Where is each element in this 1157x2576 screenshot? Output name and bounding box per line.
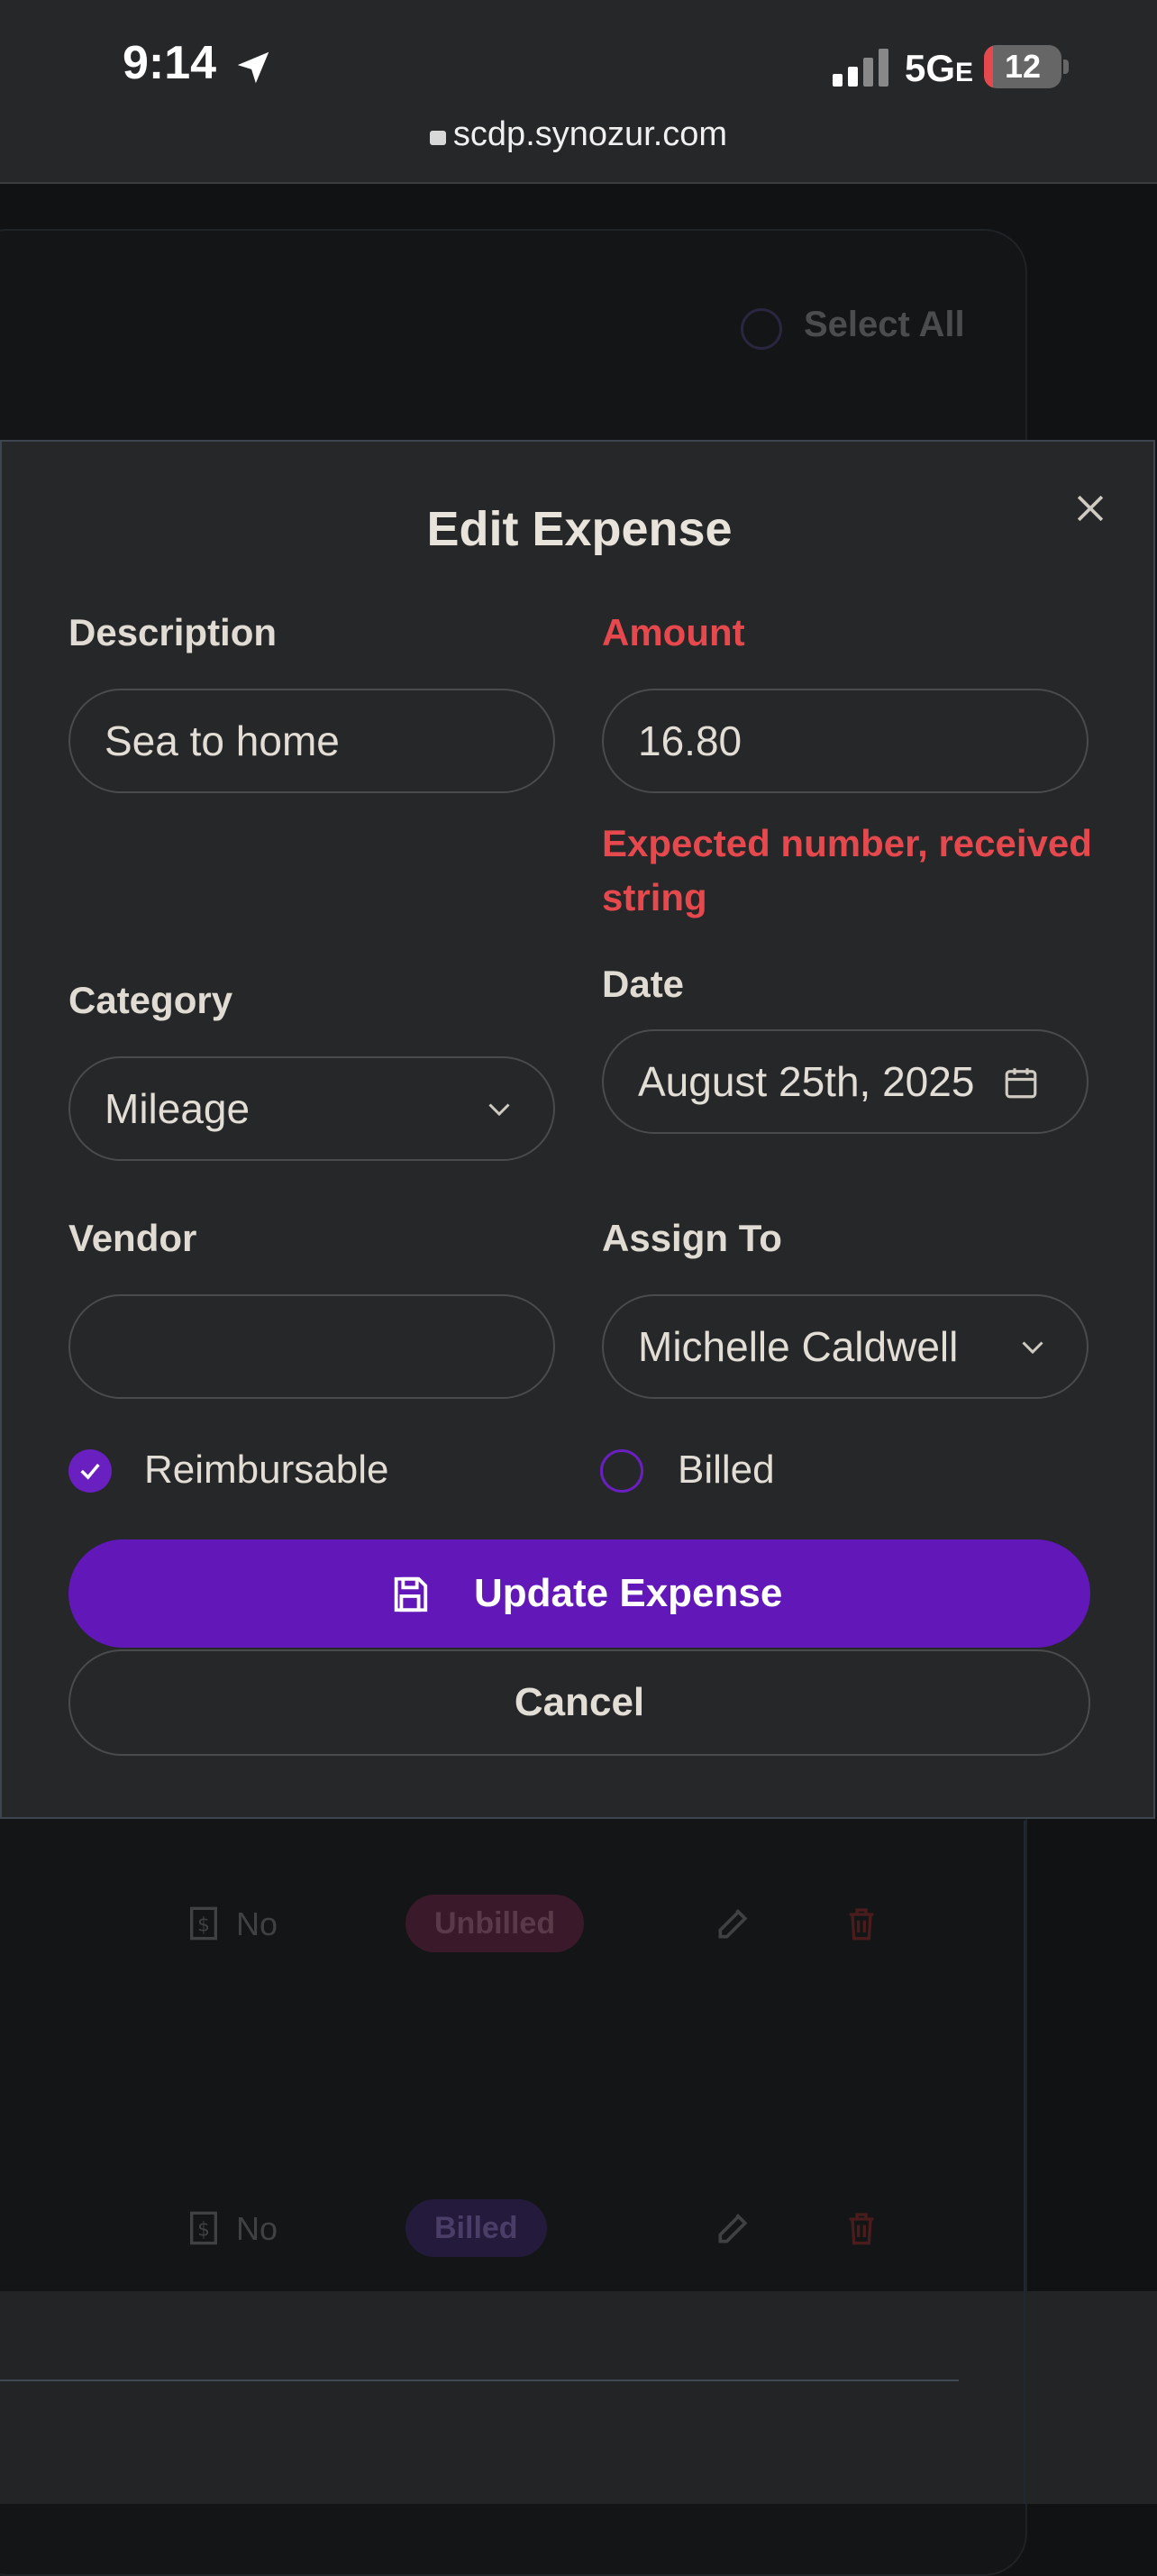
reimbursable-value: No bbox=[236, 2210, 278, 2247]
battery-indicator: 12 bbox=[984, 45, 1061, 88]
category-select[interactable]: Mileage bbox=[68, 1056, 555, 1161]
update-expense-label: Update Expense bbox=[474, 1571, 783, 1615]
category-value: Mileage bbox=[105, 1085, 251, 1132]
billed-label[interactable]: Billed bbox=[678, 1448, 775, 1493]
cancel-button[interactable]: Cancel bbox=[68, 1649, 1090, 1756]
battery-tip bbox=[1063, 59, 1069, 74]
reimbursable-checkbox[interactable] bbox=[68, 1449, 112, 1493]
status-badge: Billed bbox=[405, 2199, 547, 2257]
dialog-title: Edit Expense bbox=[426, 502, 733, 556]
vendor-input[interactable] bbox=[68, 1294, 555, 1399]
save-icon bbox=[394, 1576, 428, 1612]
url-bar[interactable]: scdp.synozur.com bbox=[0, 115, 1157, 154]
network-type: 5GE bbox=[905, 47, 974, 89]
page-footer bbox=[0, 2291, 1157, 2504]
divider bbox=[0, 2380, 959, 2381]
select-all-checkbox[interactable] bbox=[741, 308, 782, 350]
amount-label: Amount bbox=[602, 611, 745, 653]
url-text: scdp.synozur.com bbox=[452, 115, 728, 153]
trash-icon[interactable] bbox=[843, 1904, 879, 1943]
close-icon[interactable] bbox=[1070, 489, 1110, 528]
assign-to-label: Assign To bbox=[602, 1217, 782, 1259]
cancel-label: Cancel bbox=[514, 1680, 645, 1724]
chevron-down-icon bbox=[488, 1103, 510, 1117]
billed-checkbox[interactable] bbox=[600, 1449, 643, 1493]
calendar-icon bbox=[1005, 1068, 1037, 1099]
edit-expense-dialog: Edit Expense Description Sea to home Amo… bbox=[0, 440, 1155, 1819]
table-row: $ No Unbilled bbox=[0, 1887, 1157, 1959]
assign-to-select[interactable]: Michelle Caldwell bbox=[602, 1294, 1089, 1399]
svg-text:$: $ bbox=[197, 2218, 210, 2241]
description-label: Description bbox=[68, 611, 278, 653]
checkmark-icon bbox=[80, 1463, 100, 1480]
chevron-down-icon bbox=[1022, 1341, 1043, 1355]
status-time: 9:14 bbox=[123, 37, 217, 89]
cellular-signal-icon bbox=[833, 49, 888, 87]
date-value: August 25th, 2025 bbox=[638, 1058, 975, 1105]
location-arrow-icon bbox=[237, 51, 269, 84]
receipt-dollar-icon: $ bbox=[190, 1906, 217, 1941]
battery-level: 12 bbox=[1004, 48, 1042, 85]
trash-icon[interactable] bbox=[843, 2208, 879, 2248]
divider bbox=[1024, 1821, 1025, 2504]
status-bar: 9:14 5GE 12 scdp.synozur.com bbox=[0, 0, 1157, 184]
amount-value: 16.80 bbox=[638, 717, 742, 764]
table-row: $ No Billed bbox=[0, 2192, 1157, 2264]
category-label: Category bbox=[68, 979, 233, 1021]
description-input[interactable]: Sea to home bbox=[68, 689, 555, 793]
svg-text:$: $ bbox=[197, 1914, 210, 1936]
assign-to-value: Michelle Caldwell bbox=[638, 1323, 959, 1370]
reimbursable-label[interactable]: Reimbursable bbox=[144, 1448, 388, 1493]
reimbursable-value: No bbox=[236, 1905, 278, 1942]
edit-icon[interactable] bbox=[714, 1904, 753, 1943]
date-picker[interactable]: August 25th, 2025 bbox=[602, 1029, 1089, 1134]
amount-error-message: Expected number, received string bbox=[602, 822, 1092, 918]
amount-input[interactable]: 16.80 bbox=[602, 689, 1089, 793]
vendor-label: Vendor bbox=[68, 1217, 197, 1259]
date-label: Date bbox=[602, 963, 685, 1005]
edit-icon[interactable] bbox=[714, 2208, 753, 2248]
lock-icon bbox=[429, 131, 446, 145]
select-all-label: Select All bbox=[804, 305, 965, 344]
update-expense-button[interactable]: Update Expense bbox=[68, 1539, 1090, 1648]
receipt-dollar-icon: $ bbox=[190, 2211, 217, 2245]
description-value: Sea to home bbox=[105, 717, 340, 764]
status-badge: Unbilled bbox=[405, 1895, 585, 1952]
